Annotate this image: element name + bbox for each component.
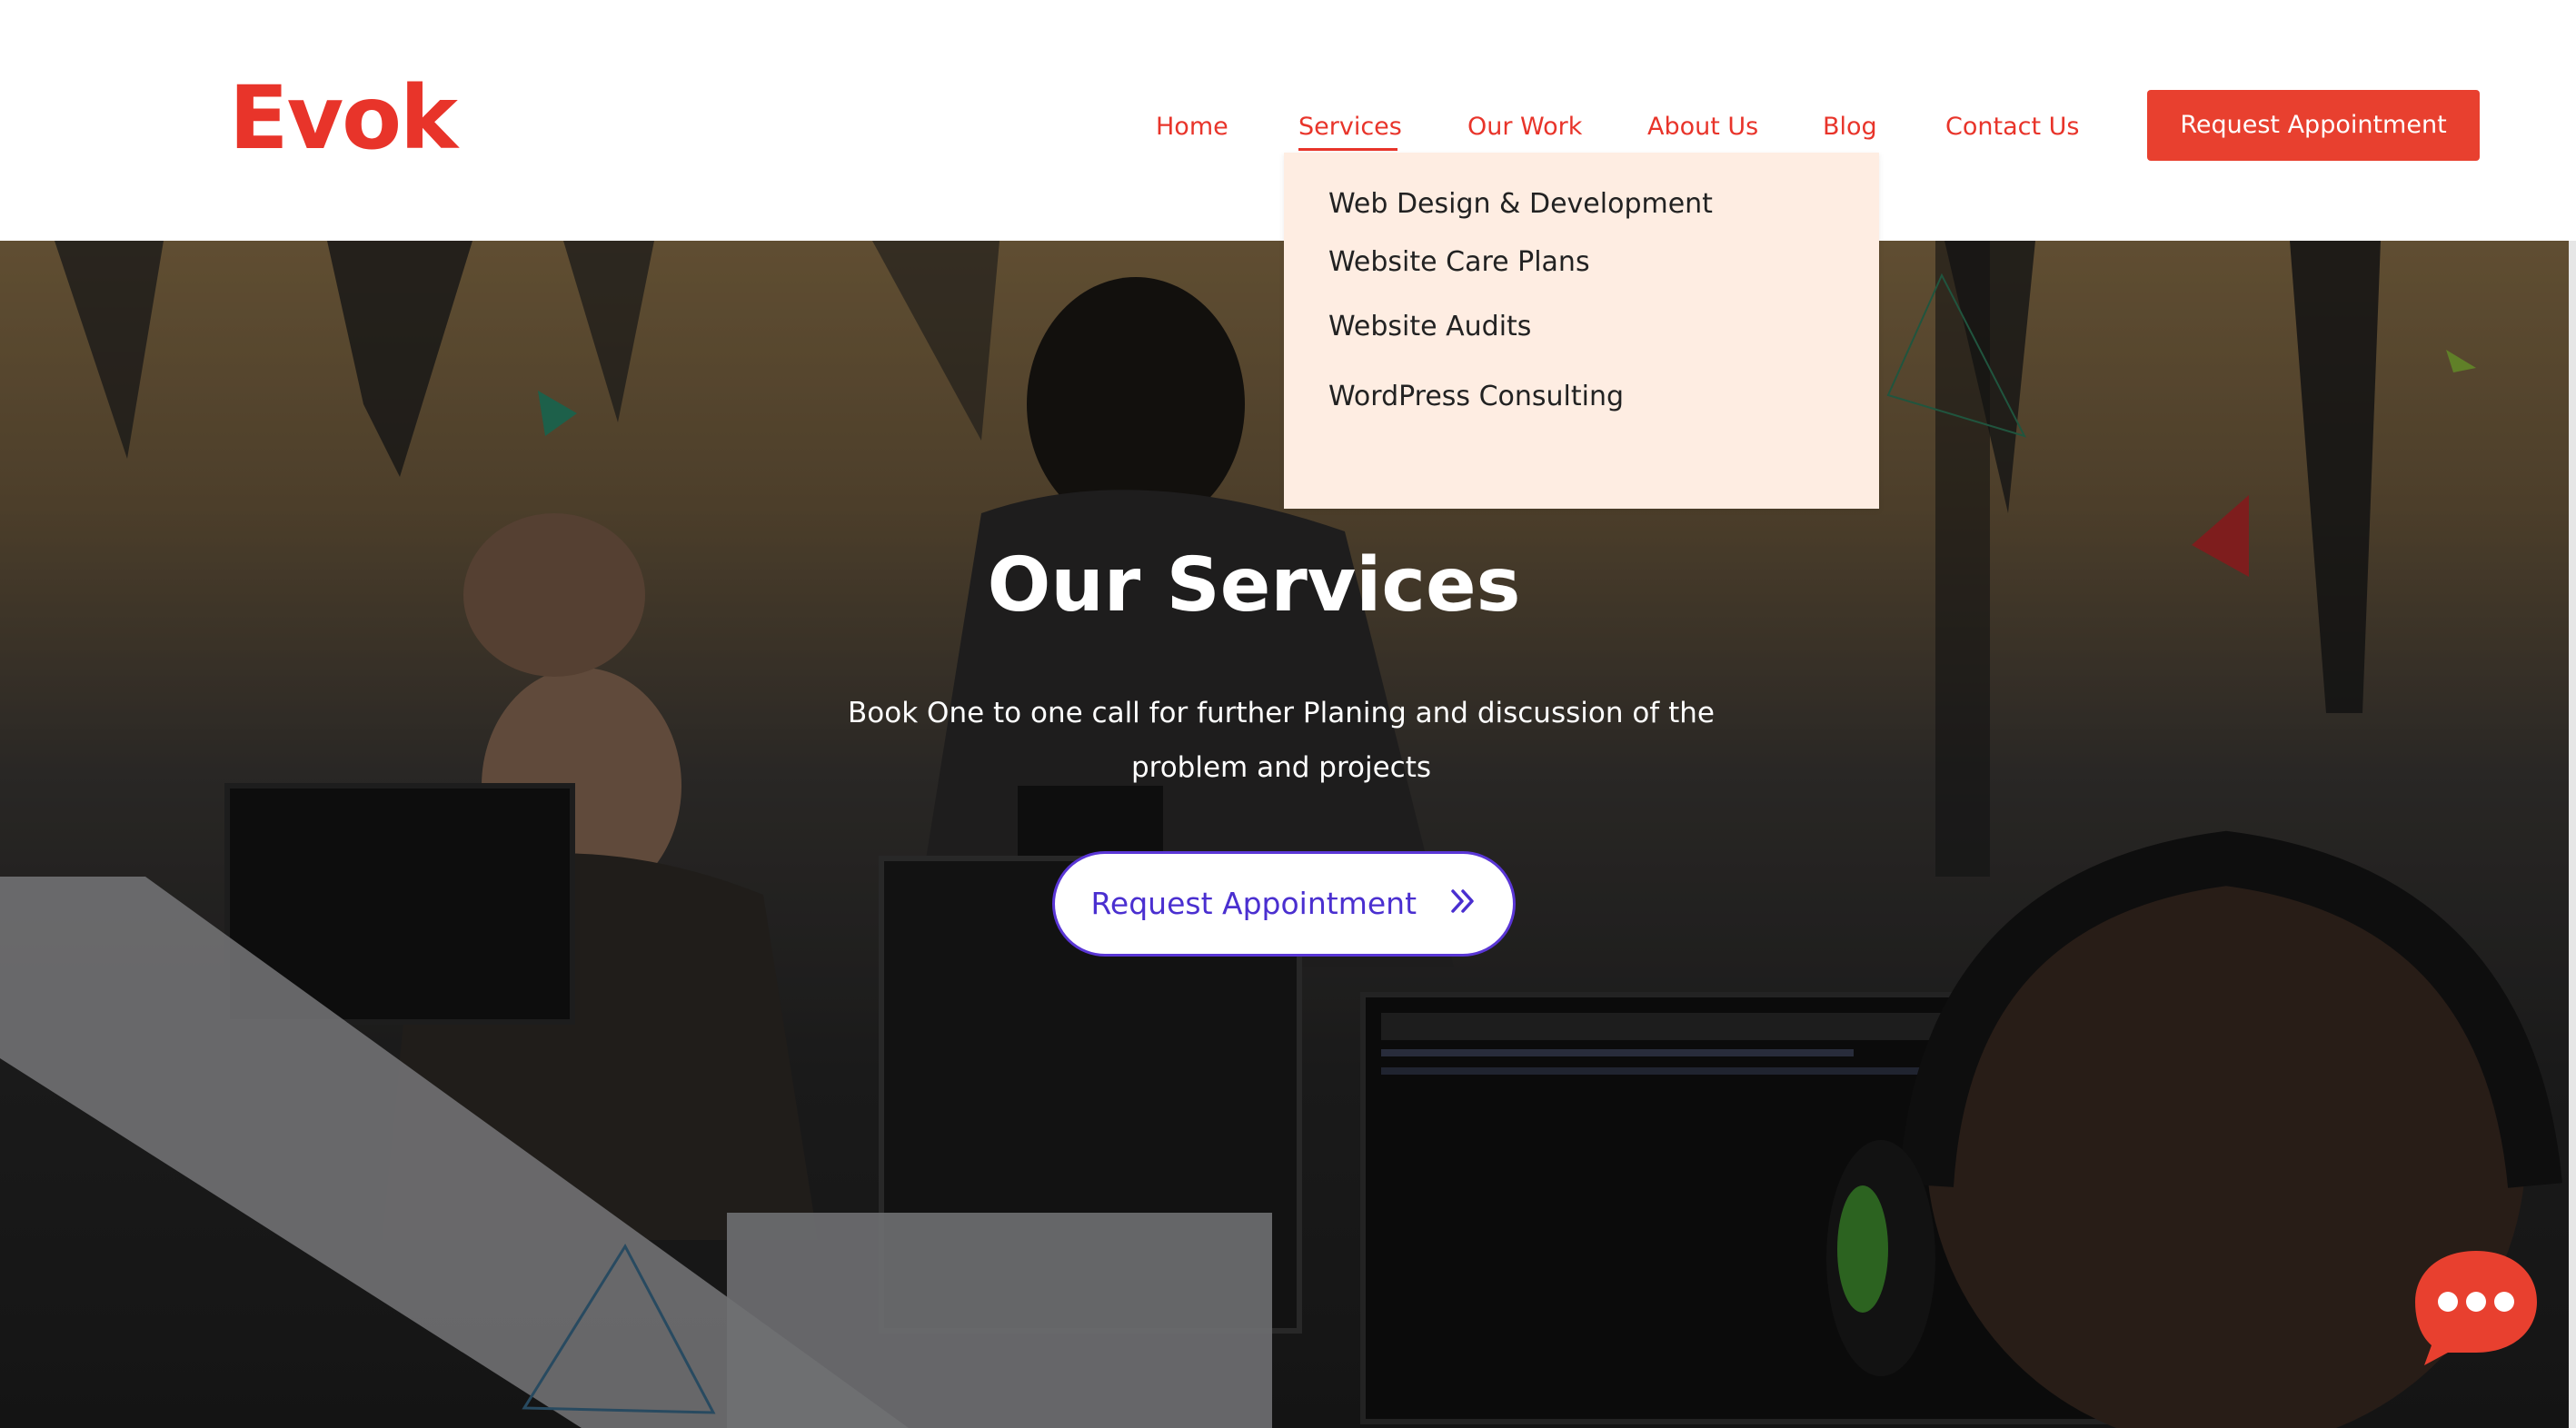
nav-active-underline (1298, 148, 1397, 151)
logo[interactable]: Evok (229, 64, 458, 173)
request-appointment-button[interactable]: Request Appointment (2147, 90, 2480, 161)
nav-blog[interactable]: Blog (1823, 109, 1877, 145)
chat-bubble-icon[interactable] (2412, 1247, 2541, 1367)
dropdown-item-website-audits[interactable]: Website Audits (1328, 309, 1531, 345)
nav-contact-us[interactable]: Contact Us (1945, 109, 2079, 145)
hero-subtitle: Book One to one call for further Planing… (848, 697, 1715, 784)
dropdown-item-wordpress-consulting[interactable]: WordPress Consulting (1328, 379, 1624, 415)
dropdown-item-web-design[interactable]: Web Design & Development (1328, 186, 1713, 223)
hero-request-appointment-button[interactable]: Request Appointment (1052, 851, 1516, 957)
nav-about-us[interactable]: About Us (1647, 109, 1758, 145)
nav-home[interactable]: Home (1156, 109, 1228, 145)
nav-services[interactable]: Services (1298, 109, 1402, 145)
hero-cta-label: Request Appointment (1090, 886, 1417, 921)
services-dropdown: Web Design & Development Website Care Pl… (1284, 153, 1879, 509)
double-chevron-right-icon (1448, 856, 1477, 956)
hero-title: Our Services (987, 542, 1521, 629)
dropdown-item-care-plans[interactable]: Website Care Plans (1328, 244, 1590, 281)
nav-our-work[interactable]: Our Work (1467, 109, 1582, 145)
